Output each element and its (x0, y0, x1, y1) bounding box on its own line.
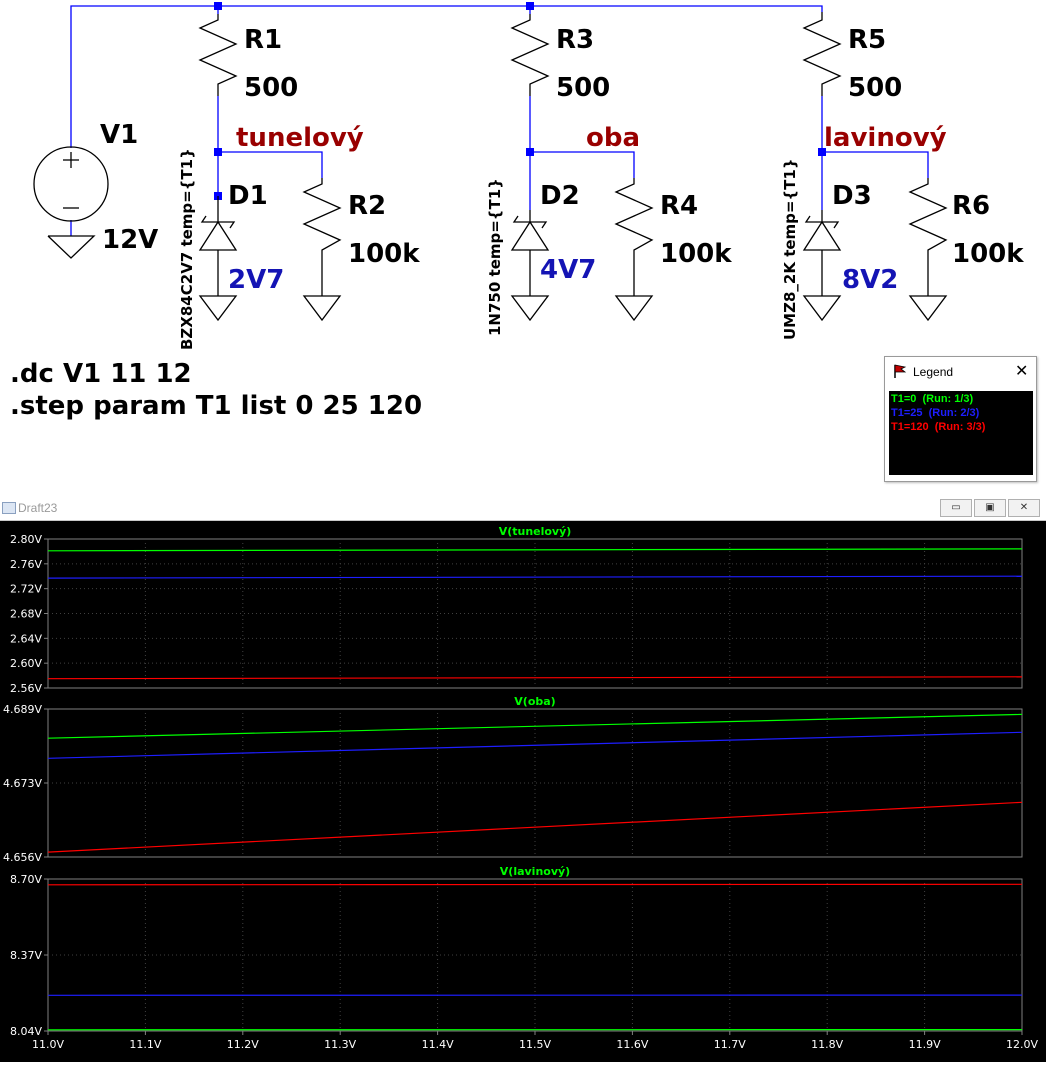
ground-symbols (200, 296, 946, 320)
x-tick-label: 11.5V (519, 1038, 551, 1051)
x-tick-label: 11.4V (422, 1038, 454, 1051)
d3-voltage: 8V2 (842, 265, 898, 295)
ground-icon (304, 296, 340, 320)
d2-model: 1N750 temp={T1} (486, 178, 504, 336)
d3-model: UMZ8_2K temp={T1} (781, 158, 799, 340)
minimize-button[interactable]: ▭ (940, 499, 972, 517)
waveform-window[interactable]: Draft23 ▭ ▣ ✕ 2.80V2.76V2.72V2.68V2.64V2… (0, 496, 1046, 1062)
d3-name: D3 (832, 181, 872, 211)
pane-title: V(oba) (514, 695, 555, 708)
schematic-canvas[interactable]: V1 12V R1 500 R2 100k R3 500 R4 100k R5 … (0, 0, 1046, 488)
d2-voltage: 4V7 (540, 255, 596, 285)
plot-pane-frame (48, 709, 1022, 857)
d1-name: D1 (228, 181, 268, 211)
ground-icon (200, 296, 236, 320)
y-tick-label: 4.689V (3, 703, 42, 716)
x-tick-label: 11.8V (811, 1038, 843, 1051)
waveform-titlebar[interactable]: Draft23 ▭ ▣ ✕ (0, 496, 1046, 521)
resistor-r2-symbol (304, 178, 340, 296)
x-tick-label: 11.2V (227, 1038, 259, 1051)
voltage-source-v1[interactable] (34, 147, 108, 258)
r6-name: R6 (952, 191, 990, 221)
legend-header[interactable]: Legend ✕ (885, 357, 1036, 387)
legend-entry-t1-120: T1=120 (Run: 3/3) (891, 421, 985, 433)
waveform-window-title: Draft23 (18, 501, 57, 515)
r3-value: 500 (556, 73, 610, 103)
v1-value: 12V (102, 225, 158, 255)
v1-name: V1 (100, 120, 138, 150)
legend-flag-icon (892, 363, 908, 379)
trace-t1-25 (48, 576, 1022, 578)
close-button[interactable]: ✕ (1008, 499, 1040, 517)
net-label-tunelovy[interactable]: tunelový (236, 123, 364, 153)
r2-value: 100k (348, 239, 420, 269)
y-tick-label: 2.76V (10, 558, 42, 571)
diode-d3-symbol (804, 210, 840, 296)
pane-title: V(tunelový) (499, 525, 572, 538)
r3-name: R3 (556, 25, 594, 55)
r6-value: 100k (952, 239, 1024, 269)
y-tick-label: 8.04V (10, 1025, 42, 1038)
r5-name: R5 (848, 25, 886, 55)
diode-symbols (200, 196, 840, 296)
plot-pane-frame (48, 539, 1022, 688)
x-tick-label: 11.9V (909, 1038, 941, 1051)
y-tick-label: 2.56V (10, 682, 42, 695)
waveform-window-icon (2, 502, 16, 514)
r1-name: R1 (244, 25, 282, 55)
x-tick-label: 11.3V (324, 1038, 356, 1051)
d2-name: D2 (540, 181, 580, 211)
waveform-plots[interactable]: 2.80V 2.76V 2.72V 2.68V 2.64V 2.60V 2.56V V(tun… (0, 521, 1046, 1062)
r2-name: R2 (348, 191, 386, 221)
y-tick-label: 2.80V (10, 533, 42, 546)
x-tick-label: 11.6V (616, 1038, 648, 1051)
restore-button[interactable]: ▣ (974, 499, 1006, 517)
y-tick-label: 4.656V (3, 851, 42, 864)
legend-list: T1=0 (Run: 1/3) T1=25 (Run: 2/3) T1=120 … (889, 391, 1033, 475)
y-tick-label: 8.70V (10, 873, 42, 886)
net-label-lavinovy[interactable]: lavinový (824, 123, 947, 153)
ground-icon (804, 296, 840, 320)
ground-icon (910, 296, 946, 320)
r1-value: 500 (244, 73, 298, 103)
trace-t1-25 (48, 732, 1022, 758)
resistor-r4-symbol (616, 178, 652, 296)
resistor-r6-symbol (910, 178, 946, 296)
y-tick-label: 2.72V (10, 583, 42, 596)
x-tick-label: 11.0V (32, 1038, 64, 1051)
plot-area[interactable]: 2.80V 2.76V 2.72V 2.68V 2.64V 2.60V 2.56V V(tun… (0, 521, 1046, 1062)
legend-entry-t1-25: T1=25 (Run: 2/3) (891, 407, 979, 419)
r4-value: 100k (660, 239, 732, 269)
legend-close-icon[interactable]: ✕ (1015, 361, 1028, 380)
trace-t1-120 (48, 677, 1022, 679)
ground-icon (512, 296, 548, 320)
directive-step[interactable]: .step param T1 list 0 25 120 (10, 391, 422, 421)
y-tick-label: 2.68V (10, 608, 42, 621)
y-tick-label: 8.37V (10, 949, 42, 962)
net-label-oba[interactable]: oba (586, 123, 640, 153)
resistor-r1-symbol (200, 14, 236, 96)
r4-name: R4 (660, 191, 698, 221)
legend-window[interactable]: Legend ✕ T1=0 (Run: 1/3) T1=25 (Run: 2/3… (884, 356, 1037, 482)
trace-t1-0 (48, 549, 1022, 551)
ground-icon (616, 296, 652, 320)
x-tick-label: 12.0V (1006, 1038, 1038, 1051)
x-tick-label: 11.7V (714, 1038, 746, 1051)
d1-model: BZX84C2V7 temp={T1} (178, 148, 196, 350)
legend-title: Legend (913, 365, 953, 379)
legend-entry-t1-0: T1=0 (Run: 1/3) (891, 393, 973, 405)
y-tick-label: 4.673V (3, 777, 42, 790)
resistor-r3-symbol (512, 14, 548, 96)
resistor-r5-symbol (804, 12, 840, 96)
directive-dc[interactable]: .dc V1 11 12 (10, 359, 192, 389)
pane-title: V(lavinový) (500, 865, 570, 878)
d1-voltage: 2V7 (228, 265, 284, 295)
y-tick-label: 2.60V (10, 657, 42, 670)
x-tick-label: 11.1V (129, 1038, 161, 1051)
trace-t1-120 (48, 884, 1022, 885)
r5-value: 500 (848, 73, 902, 103)
y-tick-label: 2.64V (10, 632, 42, 645)
